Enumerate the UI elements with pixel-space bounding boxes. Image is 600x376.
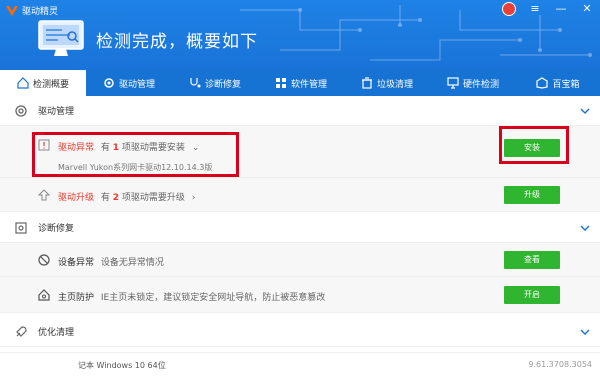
section-title: 优化清理 [38,328,75,338]
tab-overview[interactable]: 检测概要 [0,70,86,96]
home-icon [17,77,29,89]
block-icon [38,254,50,266]
tab-label: 软件管理 [290,79,327,90]
app-logo-icon [6,5,18,16]
status-suffix: 项驱动需要升级 [121,193,185,203]
monitor-icon [38,20,84,56]
homepage-protect-status: 主页防护 IE主页未锁定，建议锁定安全网址导航，防止被恶意篡改 [58,290,325,303]
tab-label: 硬件检测 [462,79,499,90]
status-label: 主页防护 [58,293,95,303]
chevron-down-icon[interactable] [580,223,590,233]
gear-icon [15,105,27,117]
status-label: 驱动升级 [58,193,95,203]
header: 驱动精灵 ≡ — ✕ 检测完成，概要如下 [0,0,600,70]
status-bar: 记本 Windows 10 64位 9.61.3708.3054 [0,352,600,376]
device-status-row: 设备异常 设备无异常情况 查看 [0,243,600,277]
main-content: 驱动管理 驱动异常 有 1 项驱动需要安装 ⌄ Marvell Yukon系列网… [0,96,600,352]
section-title: 驱动管理 [38,107,75,117]
tab-toolbox[interactable]: 百宝箱 [516,70,600,96]
section-title: 诊断修复 [38,224,75,234]
section-driver-header[interactable]: 驱动管理 [0,96,600,126]
view-button[interactable]: 查看 [504,251,560,269]
tab-diagnose[interactable]: 诊断修复 [172,70,258,96]
tab-driver[interactable]: 驱动管理 [86,70,172,96]
homepage-protect-row: 主页防护 IE主页未锁定，建议锁定安全网址导航，防止被恶意篡改 开启 [0,277,600,313]
monitor-icon [447,77,459,89]
tab-cleanup[interactable]: 垃圾清理 [344,70,430,96]
chevron-down-icon[interactable] [580,106,590,116]
rocket-icon [16,326,27,337]
stethoscope-icon [190,78,201,88]
system-info: 记本 Windows 10 64位 [78,361,166,370]
grid-icon [275,78,286,88]
tab-hardware[interactable]: 硬件检测 [430,70,516,96]
hero: 检测完成，概要如下 [38,20,258,58]
minimize-icon[interactable]: — [554,2,568,16]
tab-label: 百宝箱 [552,79,580,90]
upgrade-arrow-icon [38,189,50,201]
crosshair-icon [15,222,27,234]
trash-icon [361,77,372,89]
tab-bar: 检测概要 驱动管理 诊断修复 软件管理 垃圾清理 硬件检测 百宝箱 [0,70,600,96]
highlight-box-install [499,126,569,164]
status-label: 设备异常 [58,258,95,268]
tab-label: 垃圾清理 [376,79,413,90]
gear-icon [104,78,114,88]
driver-upgrade-row: 驱动升级 有 2 项驱动需要升级 › 升级 [0,178,600,212]
app-window: 驱动精灵 ≡ — ✕ 检测完成，概要如下 检测概要 驱动管理 诊断修复 软件管理… [0,0,600,376]
home-shield-icon [38,289,50,301]
version-label: 9.61.3708.3054 [528,360,592,369]
status-prefix: 有 [100,193,110,203]
tab-software[interactable]: 软件管理 [258,70,344,96]
chevron-right-icon[interactable]: › [192,193,196,203]
chevron-down-icon[interactable] [580,327,590,337]
tab-label: 驱动管理 [118,79,155,90]
device-status: 设备异常 设备无异常情况 [58,255,164,268]
enable-button[interactable]: 开启 [504,286,560,304]
upgrade-button[interactable]: 升级 [504,186,560,204]
title-bar: 驱动精灵 [6,4,58,17]
section-diagnose-header[interactable]: 诊断修复 [0,213,600,243]
tab-label: 检测概要 [32,79,69,90]
tab-label: 诊断修复 [204,79,241,90]
status-text: IE主页未锁定，建议锁定安全网址导航，防止被恶意篡改 [100,293,326,303]
hero-title: 检测完成，概要如下 [96,31,258,52]
box-icon [536,77,549,89]
window-controls: ≡ — ✕ [502,2,594,16]
highlight-box-driver [32,132,239,177]
app-title: 驱动精灵 [22,7,59,17]
driver-upgrade-status: 驱动升级 有 2 项驱动需要升级 › [58,190,195,203]
section-optimize-header[interactable]: 优化清理 [0,317,600,347]
status-count: 2 [112,193,120,203]
menu-icon[interactable]: ≡ [528,2,542,16]
skin-button[interactable] [502,2,516,16]
status-text: 设备无异常情况 [100,258,164,268]
close-icon[interactable]: ✕ [580,2,594,16]
